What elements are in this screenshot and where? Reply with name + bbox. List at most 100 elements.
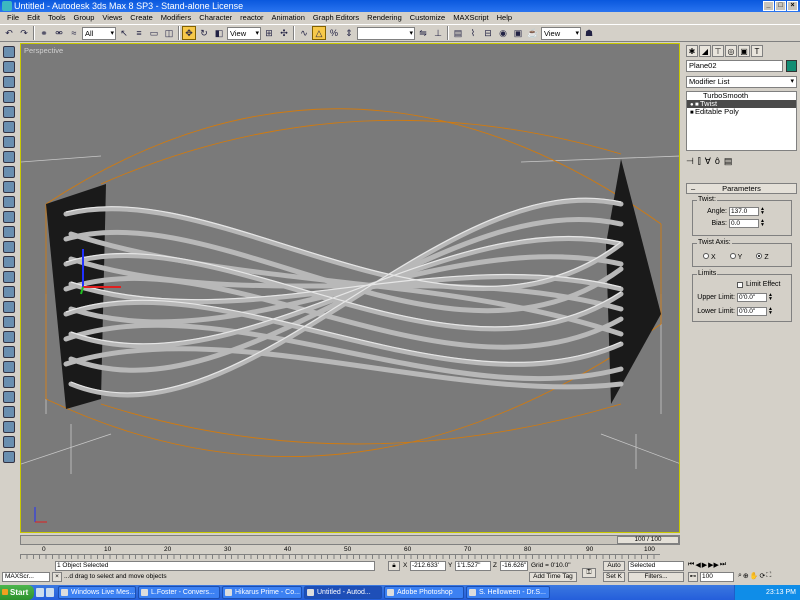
tool-icon[interactable] xyxy=(3,376,15,388)
spinner-arrows-icon[interactable]: ▲ ▼ xyxy=(768,307,773,316)
spinner-snap-icon[interactable]: ⇕ xyxy=(342,26,356,40)
display-tab-icon[interactable]: ▣ xyxy=(738,45,750,57)
zoom-all-icon[interactable]: ⊕ xyxy=(743,572,749,580)
pivot-point-icon[interactable]: ⊞ xyxy=(262,26,276,40)
hierarchy-tab-icon[interactable]: ⊤ xyxy=(712,45,724,57)
menu-maxscript[interactable]: MAXScript xyxy=(449,12,492,24)
limit-effect-row[interactable]: Limit Effect xyxy=(737,281,781,288)
link-icon[interactable]: ⚭ xyxy=(37,26,51,40)
configure-modifier-sets-icon[interactable]: ▤ xyxy=(724,156,733,167)
unlink-icon[interactable]: ⚮ xyxy=(52,26,66,40)
tool-icon[interactable] xyxy=(3,136,15,148)
y-coordinate-field[interactable]: 1'1.527" xyxy=(455,561,491,571)
go-to-end-icon[interactable]: ⏭ xyxy=(720,561,726,569)
select-and-move-icon[interactable]: ✥ xyxy=(182,26,196,40)
x-coordinate-field[interactable]: -212.633' xyxy=(410,561,446,571)
quick-render-icon[interactable]: ☕ xyxy=(526,26,540,40)
redo-icon[interactable]: ↷ xyxy=(17,26,31,40)
key-filter-select[interactable]: Selected xyxy=(628,561,684,571)
spinner-arrows-icon[interactable]: ▲ ▼ xyxy=(768,293,773,302)
select-manipulate-icon[interactable]: ✣ xyxy=(277,26,291,40)
motion-tab-icon[interactable]: ◎ xyxy=(725,45,737,57)
menu-character[interactable]: Character xyxy=(195,12,236,24)
next-frame-icon[interactable]: ▶▶ xyxy=(708,561,719,569)
stack-item-editable-poly[interactable]: ■Editable Poly xyxy=(687,108,796,117)
time-slider[interactable]: 100 / 100 xyxy=(20,535,680,545)
selection-filter-select[interactable]: All xyxy=(82,26,116,40)
angle-snap-icon[interactable]: △ xyxy=(312,26,326,40)
menu-help[interactable]: Help xyxy=(493,12,516,24)
angle-spinner[interactable]: 137.0 xyxy=(729,207,759,216)
key-icon[interactable]: ⚿ xyxy=(582,568,596,578)
percent-snap-icon[interactable]: % xyxy=(327,26,341,40)
menu-create[interactable]: Create xyxy=(126,12,157,24)
task-adobe-photoshop[interactable]: Adobe Photoshop xyxy=(384,586,464,599)
task-3ds-max[interactable]: Untitled - Autod... xyxy=(304,586,382,599)
material-editor-icon[interactable]: ◉ xyxy=(496,26,510,40)
named-selection-select[interactable] xyxy=(357,26,415,40)
menu-customize[interactable]: Customize xyxy=(406,12,449,24)
menu-modifiers[interactable]: Modifiers xyxy=(157,12,195,24)
menu-group[interactable]: Group xyxy=(70,12,99,24)
zoom-icon[interactable]: ⌕ xyxy=(738,572,742,580)
modify-tab-icon[interactable]: ◢ xyxy=(699,45,711,57)
menu-edit[interactable]: Edit xyxy=(23,12,44,24)
menu-file[interactable]: File xyxy=(3,12,23,24)
axis-y-radio[interactable]: Y xyxy=(729,253,742,261)
menu-animation[interactable]: Animation xyxy=(268,12,309,24)
create-tab-icon[interactable]: ✱ xyxy=(686,45,698,57)
z-coordinate-field[interactable]: -16.626" xyxy=(500,561,528,571)
go-to-start-icon[interactable]: ⏮ xyxy=(688,561,694,569)
quick-launch-icon[interactable] xyxy=(46,588,54,597)
bias-spinner[interactable]: 0.0 xyxy=(729,219,759,228)
play-icon[interactable]: ▶ xyxy=(702,561,707,569)
select-by-name-icon[interactable]: ≡ xyxy=(132,26,146,40)
pan-icon[interactable]: ✋ xyxy=(750,572,759,580)
snaps-toggle-icon[interactable]: ∿ xyxy=(297,26,311,40)
maximize-button[interactable]: □ xyxy=(775,1,786,11)
upper-limit-spinner[interactable]: 0'0.0" xyxy=(737,293,767,302)
utilities-tab-icon[interactable]: T xyxy=(751,45,763,57)
tool-icon[interactable] xyxy=(3,406,15,418)
tool-icon[interactable] xyxy=(3,181,15,193)
schematic-view-icon[interactable]: ⊟ xyxy=(481,26,495,40)
menu-views[interactable]: Views xyxy=(98,12,126,24)
lock-selection-icon[interactable]: 🔒︎ xyxy=(388,561,400,571)
rectangular-selection-icon[interactable]: ▭ xyxy=(147,26,161,40)
spinner-arrows-icon[interactable]: ▲ ▼ xyxy=(760,207,765,216)
tool-icon[interactable] xyxy=(3,226,15,238)
select-object-icon[interactable]: ↖ xyxy=(117,26,131,40)
menu-tools[interactable]: Tools xyxy=(44,12,70,24)
tool-icon[interactable] xyxy=(3,421,15,433)
close-listener-icon[interactable]: × xyxy=(52,572,62,582)
minimize-button[interactable]: _ xyxy=(763,1,774,11)
key-filters-button[interactable]: Filters... xyxy=(628,572,684,582)
render-type-select[interactable]: View xyxy=(541,26,581,40)
task-windows-live-messenger[interactable]: Windows Live Mes... xyxy=(58,586,136,599)
viewport-label[interactable]: Perspective xyxy=(24,46,63,55)
layer-manager-icon[interactable]: ▤ xyxy=(451,26,465,40)
start-button[interactable]: Start xyxy=(0,585,34,600)
tool-icon[interactable] xyxy=(3,361,15,373)
task-l-foster-conversation[interactable]: L.Foster - Convers... xyxy=(138,586,220,599)
previous-frame-icon[interactable]: ◀ xyxy=(695,561,700,569)
axis-z-radio[interactable]: Z xyxy=(756,253,769,261)
tool-icon[interactable] xyxy=(3,211,15,223)
limit-effect-checkbox[interactable] xyxy=(737,281,743,288)
remove-modifier-icon[interactable]: ô xyxy=(715,156,720,167)
maximize-viewport-icon[interactable]: ⛶ xyxy=(766,572,771,580)
render-scene-icon[interactable]: ▣ xyxy=(511,26,525,40)
menu-rendering[interactable]: Rendering xyxy=(363,12,406,24)
time-slider-thumb[interactable]: 100 / 100 xyxy=(617,536,679,544)
tool-icon[interactable] xyxy=(3,301,15,313)
tool-icon[interactable] xyxy=(3,256,15,268)
parameters-rollout-header[interactable]: – Parameters xyxy=(686,183,797,194)
show-end-result-icon[interactable]: ⫿ xyxy=(698,156,701,167)
teapot-render-icon[interactable]: ☗ xyxy=(582,26,596,40)
mirror-icon[interactable]: ⇋ xyxy=(416,26,430,40)
add-time-tag-button[interactable]: Add Time Tag xyxy=(529,572,577,582)
tool-icon[interactable] xyxy=(3,241,15,253)
tool-icon[interactable] xyxy=(3,436,15,448)
axis-x-radio[interactable]: X xyxy=(703,253,716,261)
modifier-list-select[interactable]: Modifier List xyxy=(686,76,797,88)
